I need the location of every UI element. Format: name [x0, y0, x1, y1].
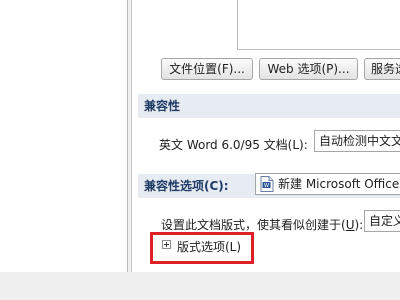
word-document-icon: W: [260, 176, 274, 192]
layout-compat-label: 设置此文档版式，使其看似创建于(U):: [161, 218, 364, 232]
english-word-select[interactable]: 自动检测中文文: [314, 130, 400, 152]
file-location-button[interactable]: 文件位置(F)...: [161, 58, 253, 80]
layout-accelerator: U: [345, 218, 355, 232]
svg-text:W: W: [264, 183, 269, 189]
web-options-button[interactable]: Web 选项(P)...: [259, 58, 358, 80]
highlight-annotation: [150, 232, 254, 264]
layout-compat-select[interactable]: 自定义: [364, 210, 400, 232]
document-select[interactable]: W 新建 Microsoft Office: [255, 173, 400, 195]
compat-options-title: 兼容性选项(C):: [144, 179, 229, 193]
list-box[interactable]: [237, 0, 400, 50]
section-title: 兼容性: [144, 99, 181, 113]
document-name: 新建 Microsoft Office: [278, 177, 400, 191]
left-nav-panel: [0, 0, 128, 272]
compatibility-section-header: 兼容性: [138, 94, 400, 118]
services-button[interactable]: 服务选: [364, 58, 400, 80]
english-word-label: 英文 Word 6.0/95 文档(L):: [159, 138, 308, 152]
bottom-strip: [0, 272, 400, 300]
